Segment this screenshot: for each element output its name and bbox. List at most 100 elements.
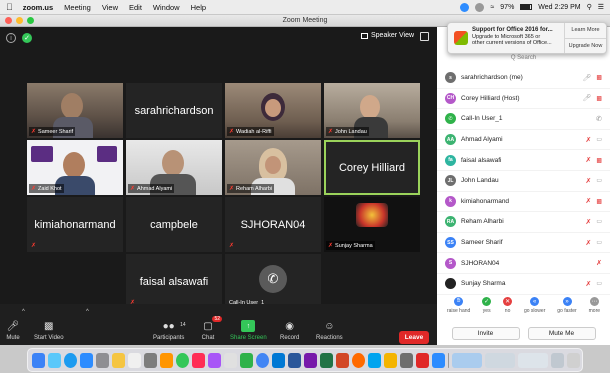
upgrade-now-button[interactable]: Upgrade Now — [565, 39, 606, 54]
clock[interactable]: Wed 2:29 PM — [538, 4, 580, 11]
video-tile-call-in-user[interactable]: ✆ Call-In User_1 — [225, 254, 321, 309]
notes-icon[interactable] — [112, 352, 125, 368]
mute-button[interactable]: 🎤︎ Mute — [6, 320, 20, 342]
wifi-icon[interactable]: ≈ — [490, 4, 494, 11]
zoom-window-button[interactable] — [27, 17, 34, 24]
excel-icon[interactable] — [320, 352, 333, 368]
menu-window[interactable]: Window — [153, 3, 180, 12]
zoom-running-icon[interactable] — [432, 352, 445, 368]
participant-row[interactable]: RA Reham Alharbi ✗ ▭ — [437, 212, 610, 233]
onenote-icon[interactable] — [304, 352, 317, 368]
yes-button[interactable]: ✓ yes — [482, 297, 492, 321]
no-button[interactable]: ✕ no — [503, 297, 513, 321]
chat-button[interactable]: ▢ 52 Chat — [201, 316, 222, 341]
video-tile-faisal-alsawafi[interactable]: faisal alsawafi ✗ — [126, 254, 222, 309]
learn-more-button[interactable]: Learn More — [565, 23, 606, 39]
reactions-button[interactable]: ☺ Reactions — [316, 320, 343, 342]
downloads-icon[interactable] — [551, 352, 564, 368]
video-tile-john-landau[interactable]: ✗ John Landau — [324, 83, 420, 138]
participant-row[interactable]: Sunjay Sharma ✗ ▭ — [437, 274, 610, 295]
go-slower-button[interactable]: «go slower — [524, 297, 545, 321]
video-tile-campbele[interactable]: campbele — [126, 197, 222, 252]
folder-icon[interactable] — [400, 352, 413, 368]
teams-icon[interactable] — [368, 352, 381, 368]
minimized-window-icon[interactable] — [452, 352, 482, 368]
menu-meeting[interactable]: Meeting — [64, 3, 91, 12]
raise-hand-button[interactable]: ✋︎ raise hand — [447, 297, 470, 321]
share-screen-button[interactable]: ↑ Share Screen — [230, 320, 267, 341]
podcasts-icon[interactable] — [208, 352, 221, 368]
minimize-window-button[interactable] — [16, 17, 23, 24]
spotlight-icon[interactable]: ⚲ — [587, 3, 592, 11]
menu-view[interactable]: View — [102, 3, 118, 12]
leave-button[interactable]: Leave — [399, 331, 429, 344]
record-button[interactable]: ◉ Record — [280, 320, 299, 342]
mute-options-chevron-icon[interactable]: ^ — [22, 309, 25, 315]
video-options-chevron-icon[interactable]: ^ — [86, 309, 89, 315]
participant-row[interactable]: s sarahrichardson (me) 🎤︎ ▩ — [437, 68, 610, 89]
launchpad-icon[interactable] — [96, 352, 109, 368]
calendar-icon[interactable] — [128, 352, 141, 368]
preview-icon[interactable] — [144, 352, 157, 368]
powerpoint-icon[interactable] — [336, 352, 349, 368]
video-tile-sjhoran04[interactable]: SJHORAN04 ✗ — [225, 197, 321, 252]
trash-icon[interactable] — [567, 352, 580, 368]
participant-row[interactable]: CH Corey Hilliard (Host) 🎤︎ ▩ — [437, 89, 610, 110]
go-faster-button[interactable]: » go faster — [557, 297, 577, 321]
participant-row[interactable]: AA Ahmad Alyami ✗ ▭ — [437, 130, 610, 151]
zoom-icon[interactable] — [80, 352, 93, 368]
participant-row[interactable]: S SJHORAN04 ✗ — [437, 253, 610, 274]
facetime-icon[interactable] — [240, 352, 253, 368]
photos-icon[interactable] — [160, 352, 173, 368]
apple-menu-icon[interactable]:  — [6, 2, 13, 12]
word-icon[interactable] — [288, 352, 301, 368]
acrobat-icon[interactable] — [416, 352, 429, 368]
fullscreen-icon[interactable] — [420, 32, 429, 41]
participant-row[interactable]: k kimiahonarmand ✗ ▩ — [437, 192, 610, 213]
video-tile-reham-alharbi[interactable]: ✗ Reham Alharbi — [225, 140, 321, 195]
menu-app-name[interactable]: zoom.us — [23, 3, 53, 12]
participant-row[interactable]: fa faisal alsawafi ✗ ▩ — [437, 150, 610, 171]
video-tile-sunjay-sharma[interactable]: ✗ Sunjay Sharma — [324, 197, 420, 252]
menu-edit[interactable]: Edit — [129, 3, 142, 12]
tile-name: campbele — [150, 218, 198, 231]
participants-search-input[interactable]: Q Search — [437, 55, 610, 65]
office-update-notification[interactable]: Support for Office 2016 for... Upgrade t… — [447, 22, 607, 54]
participant-row[interactable]: JL John Landau ✗ ▭ — [437, 171, 610, 192]
video-tile-kimiahonarmand[interactable]: kimiahonarmand ✗ — [27, 197, 123, 252]
menu-help[interactable]: Help — [191, 3, 206, 12]
start-video-button[interactable]: ▩ Start Video — [34, 320, 64, 342]
outlook-icon[interactable] — [272, 352, 285, 368]
music-icon[interactable] — [192, 352, 205, 368]
control-center-icon[interactable]: ☰ — [598, 3, 604, 11]
slides-icon[interactable] — [384, 352, 397, 368]
finder-icon[interactable] — [32, 352, 45, 368]
safari-icon[interactable] — [48, 352, 61, 368]
app-store-icon[interactable] — [64, 352, 77, 368]
video-tile-corey-hilliard[interactable]: Corey Hilliard — [324, 140, 420, 195]
video-tile-wadiah[interactable]: ✗ Wadiah al-Riffi — [225, 83, 321, 138]
minimized-window-icon[interactable] — [518, 352, 548, 368]
minimized-window-icon[interactable] — [485, 352, 515, 368]
encryption-shield-icon[interactable]: ✓ — [22, 33, 32, 43]
invite-button[interactable]: Invite — [451, 327, 520, 340]
zoom-status-icon[interactable] — [460, 2, 470, 12]
video-tile-sarahrichardson[interactable]: sarahrichardson — [126, 83, 222, 138]
participant-row[interactable]: ✆ Call-In User_1 ✆ — [437, 109, 610, 130]
messages-icon[interactable] — [176, 352, 189, 368]
battery-icon[interactable] — [520, 4, 533, 10]
info-icon[interactable]: i — [6, 33, 16, 43]
more-button[interactable]: ⋯ more — [589, 297, 600, 321]
system-preferences-icon[interactable] — [224, 352, 237, 368]
video-tile-ahmad-alyami[interactable]: ✗ Ahmad Alyami — [126, 140, 222, 195]
close-window-button[interactable] — [5, 17, 12, 24]
status-icon[interactable] — [475, 2, 485, 12]
chrome-icon[interactable] — [256, 352, 269, 368]
participant-row[interactable]: SS Sameer Sharif ✗ ▭ — [437, 233, 610, 254]
mute-me-button[interactable]: Mute Me — [527, 327, 596, 340]
video-tile-zaid-khot[interactable]: ✗ Zaid Khot — [27, 140, 123, 195]
speaker-view-button[interactable]: Speaker View — [361, 32, 414, 39]
firefox-icon[interactable] — [352, 352, 365, 368]
participants-button[interactable]: ●● 14 Participants — [153, 320, 186, 342]
video-tile-sameer-sharif[interactable]: ✗ Sameer Sharif — [27, 83, 123, 138]
